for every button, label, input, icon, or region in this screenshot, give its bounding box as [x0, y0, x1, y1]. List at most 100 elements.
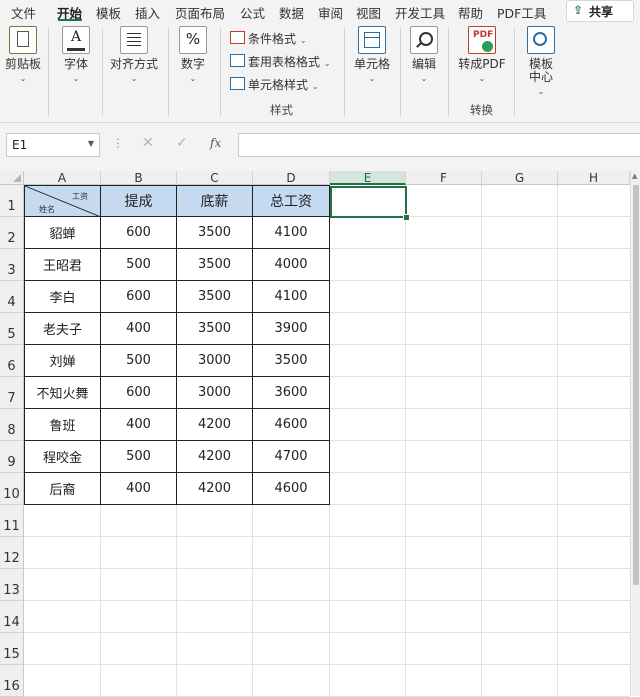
menu-review[interactable]: 审阅 [318, 3, 343, 22]
name-cell[interactable]: 鲁班 [24, 409, 101, 441]
diagonal-header-cell[interactable]: 工资 姓名 [24, 185, 101, 217]
row-header-4[interactable]: 4 [0, 281, 24, 313]
value-cell[interactable]: 4000 [253, 249, 330, 281]
value-cell[interactable]: 3500 [253, 345, 330, 377]
value-cell[interactable]: 4200 [177, 441, 253, 473]
alignment-button[interactable]: 对齐方式 ⌄ [106, 26, 162, 83]
value-cell[interactable]: 3000 [177, 377, 253, 409]
vertical-scrollbar[interactable]: ▲ [630, 171, 640, 696]
insert-function-icon[interactable]: fx [210, 136, 221, 150]
row-header-9[interactable]: 9 [0, 441, 24, 473]
name-cell[interactable]: 貂蝉 [24, 217, 101, 249]
menu-help[interactable]: 帮助 [458, 3, 483, 22]
menu-developer[interactable]: 开发工具 [395, 3, 445, 22]
value-cell[interactable]: 3500 [177, 217, 253, 249]
value-cell[interactable]: 500 [101, 345, 177, 377]
row-header-6[interactable]: 6 [0, 345, 24, 377]
font-button[interactable]: A 字体 ⌄ [56, 26, 96, 83]
number-button[interactable]: % 数字 ⌄ [174, 26, 212, 83]
row-header-1[interactable]: 1 [0, 185, 24, 217]
selected-cell-e1[interactable] [330, 186, 407, 218]
table-header-cell[interactable]: 总工资 [253, 185, 330, 217]
menu-insert[interactable]: 插入 [135, 3, 160, 22]
value-cell[interactable]: 3900 [253, 313, 330, 345]
column-header-f[interactable]: F [406, 171, 482, 185]
scroll-up-icon[interactable]: ▲ [632, 172, 637, 180]
value-cell[interactable]: 600 [101, 281, 177, 313]
menu-formulas[interactable]: 公式 [240, 3, 265, 22]
column-header-h[interactable]: H [558, 171, 630, 185]
value-cell[interactable]: 4600 [253, 409, 330, 441]
value-cell[interactable]: 600 [101, 377, 177, 409]
to-pdf-button[interactable]: PDF 转成PDF ⌄ [456, 26, 508, 83]
value-cell[interactable]: 4100 [253, 217, 330, 249]
row-header-15[interactable]: 15 [0, 633, 24, 665]
value-cell[interactable]: 400 [101, 473, 177, 505]
name-cell[interactable]: 程咬金 [24, 441, 101, 473]
table-header-cell[interactable]: 提成 [101, 185, 177, 217]
table-header-cell[interactable]: 底薪 [177, 185, 253, 217]
row-header-14[interactable]: 14 [0, 601, 24, 633]
row-header-2[interactable]: 2 [0, 217, 24, 249]
column-header-e[interactable]: E [330, 171, 406, 185]
row-header-11[interactable]: 11 [0, 505, 24, 537]
value-cell[interactable]: 4100 [253, 281, 330, 313]
confirm-icon[interactable]: ✓ [176, 135, 188, 151]
value-cell[interactable]: 3000 [177, 345, 253, 377]
menu-page-layout[interactable]: 页面布局 [175, 3, 225, 22]
name-cell[interactable]: 后裔 [24, 473, 101, 505]
column-header-g[interactable]: G [482, 171, 558, 185]
value-cell[interactable]: 500 [101, 249, 177, 281]
table-format-button[interactable]: 套用表格格式 ⌄ [230, 53, 331, 70]
row-header-16[interactable]: 16 [0, 665, 24, 697]
clipboard-button[interactable]: 剪贴板 ⌄ [4, 26, 42, 83]
row-header-13[interactable]: 13 [0, 569, 24, 601]
menu-template[interactable]: 模板 [96, 3, 121, 22]
share-button[interactable]: ⇪ 共享 [566, 0, 634, 22]
fill-handle[interactable] [403, 214, 410, 221]
value-cell[interactable]: 4600 [253, 473, 330, 505]
value-cell[interactable]: 3500 [177, 313, 253, 345]
value-cell[interactable]: 4200 [177, 473, 253, 505]
scrollbar-thumb[interactable] [633, 185, 639, 585]
select-all-corner[interactable] [0, 171, 24, 185]
column-header-a[interactable]: A [24, 171, 101, 185]
value-cell[interactable]: 500 [101, 441, 177, 473]
menu-view[interactable]: 视图 [356, 3, 381, 22]
row-header-10[interactable]: 10 [0, 473, 24, 505]
name-cell[interactable]: 李白 [24, 281, 101, 313]
name-cell[interactable]: 不知火舞 [24, 377, 101, 409]
cancel-icon[interactable]: ✕ [142, 135, 154, 151]
row-header-3[interactable]: 3 [0, 249, 24, 281]
value-cell[interactable]: 3600 [253, 377, 330, 409]
value-cell[interactable]: 3500 [177, 249, 253, 281]
value-cell[interactable]: 3500 [177, 281, 253, 313]
row-header-7[interactable]: 7 [0, 377, 24, 409]
row-header-12[interactable]: 12 [0, 537, 24, 569]
value-cell[interactable]: 600 [101, 217, 177, 249]
conditional-format-button[interactable]: 条件格式 ⌄ [230, 30, 307, 47]
row-header-8[interactable]: 8 [0, 409, 24, 441]
name-cell[interactable]: 刘婵 [24, 345, 101, 377]
name-cell[interactable]: 王昭君 [24, 249, 101, 281]
value-cell[interactable]: 400 [101, 409, 177, 441]
spreadsheet-grid[interactable]: A B C D E F G H 1 2 3 4 5 6 7 8 9 10 11 12 13 14 15 16 工资 姓名 提成 底薪总… [0, 171, 640, 697]
menu-file[interactable]: 文件 [11, 3, 36, 22]
menu-data[interactable]: 数据 [279, 3, 304, 22]
more-icon[interactable]: ⋮ [112, 136, 124, 150]
column-header-d[interactable]: D [253, 171, 330, 185]
editing-button[interactable]: 编辑 ⌄ [406, 26, 442, 83]
menu-pdf-tools[interactable]: PDF工具 [497, 3, 546, 22]
cells-button[interactable]: 单元格 ⌄ [350, 26, 394, 83]
cell-style-button[interactable]: 单元格样式 ⌄ [230, 76, 319, 93]
column-header-c[interactable]: C [177, 171, 253, 185]
value-cell[interactable]: 4700 [253, 441, 330, 473]
column-header-b[interactable]: B [101, 171, 177, 185]
formula-input[interactable] [238, 133, 640, 157]
name-cell[interactable]: 老夫子 [24, 313, 101, 345]
name-box[interactable]: E1 ▼ [6, 133, 100, 157]
value-cell[interactable]: 4200 [177, 409, 253, 441]
template-center-button[interactable]: 模板中心 ⌄ [520, 26, 562, 96]
row-header-5[interactable]: 5 [0, 313, 24, 345]
value-cell[interactable]: 400 [101, 313, 177, 345]
